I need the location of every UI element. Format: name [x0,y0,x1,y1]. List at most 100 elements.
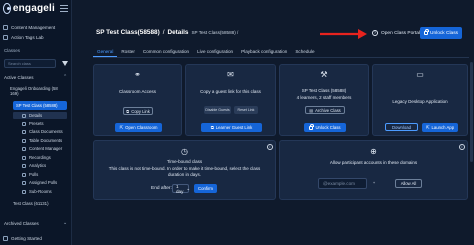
copy-icon: ⧉ [210,125,214,130]
breadcrumb-separator: / [162,29,165,36]
sub-rooms-icon [22,189,26,194]
guest-link-card: ✉ Copy a guest link for this class Disab… [185,64,276,136]
tab-general[interactable]: General [93,48,118,57]
breadcrumb-class[interactable]: SP Test Class(58588) [96,29,160,36]
sub-label: Sub-Rooms [29,189,52,194]
download-button[interactable]: Download [385,123,418,131]
time-bound-card: i ◷ Time-bound class This class is not t… [93,140,276,200]
open-classroom-button[interactable]: ⇱ Open Classroom [115,123,162,132]
open-classroom-label: Open Classroom [125,125,158,130]
reset-link-button[interactable]: Reset Link [234,106,258,114]
tab-playback-configuration[interactable]: Playback configuration [237,48,291,57]
class-row-onboarding-cont: 169) [10,91,19,96]
envelope-icon: ✉ [227,70,234,79]
unlock-class-card-button[interactable]: Unlock Class [304,123,346,132]
sub-label: Class Documents [29,129,63,134]
wrench-icon: ⚒ [320,70,328,79]
class-row-test-class[interactable]: Test Class (61131) [13,201,49,206]
globe-icon: ⊕ [370,147,377,156]
tab-schedule[interactable]: Schedule [291,48,318,57]
members-line: 4 learners, 2 staff members [296,95,352,100]
allowed-domains-card: i ⊕ Allow participant accounts in these … [279,140,468,200]
active-class-item[interactable]: SP Test Class (58588) [13,101,67,110]
launch-app-button[interactable]: ⇱ Launch App [422,123,458,132]
desktop-icon: ▭ [416,70,424,79]
sidebar-item-content-manager[interactable]: Content Manager [22,146,62,151]
scrollbar[interactable] [470,62,473,162]
folder-icon [3,25,8,30]
sidebar-item-class-documents[interactable]: Class Documents [22,129,63,134]
class-name-line: SP Test Class (58588) [301,88,347,93]
breadcrumb-page: Details [167,29,189,36]
sidebar-item-analytics[interactable]: Analytics [22,163,46,168]
nav-label: Getting Started [11,236,42,241]
recordings-icon [22,155,26,160]
time-bound-title: Time-bound class [166,159,203,164]
filter-icon[interactable] [60,59,69,68]
sub-label: Analytics [29,163,47,168]
sidebar-item-sub-rooms[interactable]: Sub-Rooms [22,189,52,194]
chevron-down-icon[interactable]: ⌄ [63,220,67,226]
assigned-polls-icon [22,180,26,185]
archived-classes-label[interactable]: Archived Classes [4,221,39,226]
sub-label: Content Manager [29,146,63,151]
menu-toggle-icon[interactable] [60,5,68,12]
sidebar-item-details[interactable]: Details [13,112,67,119]
nav-getting-started[interactable]: Getting Started [3,236,42,241]
copy-link-button[interactable]: ⧉ Copy Link [123,107,153,115]
tab-live-configuration[interactable]: Live configuration [193,48,237,57]
breadcrumb: SP Test Class(58588) / Details SP Test C… [96,29,238,36]
duration-select[interactable]: 1 day ⌄ [172,183,190,194]
duration-value: 1 day [176,183,184,194]
archive-label: Archive Class [315,107,341,113]
sidebar-item-assigned-polls[interactable]: Assigned Polls [22,180,57,185]
sub-label: Presets [29,121,44,126]
classroom-access-card: ⚭ Classroom Access ⧉ Copy Link ⇱ Open Clas… [93,64,182,136]
active-classes-label[interactable]: Active Classes [4,75,34,80]
nav-label: Action Tags Lab [11,35,44,40]
learner-guest-link-button[interactable]: ⧉ Learner Guest Link [201,123,262,132]
class-search-input[interactable]: Search class [4,59,56,68]
open-class-portal-link[interactable]: ? Open Class Portal [372,30,420,36]
guest-link-title: Copy a guest link for this class [200,89,261,94]
sub-label: Recordings [29,155,51,160]
nav-label: Content Management [11,25,56,30]
copy-link-label: Copy Link [131,108,150,114]
presets-icon [22,121,26,126]
launch-app-label: Launch App [431,125,455,130]
unlock-label: Unlock Class [430,30,458,36]
red-arrow-annotation [320,29,367,39]
sidebar-item-table-documents[interactable]: Table Documents [22,138,62,143]
sidebar-item-polls[interactable]: Polls [22,172,38,177]
unlock-class-button[interactable]: Unlock Class [420,27,462,39]
chevron-up-icon[interactable]: ⌃ [63,74,67,80]
content-icon [22,146,26,151]
analytics-icon [22,163,26,168]
nav-action-tags-lab[interactable]: Action Tags Lab [3,35,44,40]
add-icon[interactable]: + [371,181,377,187]
portal-link-label: Open Class Portal [381,30,420,36]
polls-icon [22,172,26,177]
sidebar-item-recordings[interactable]: Recordings [22,155,51,160]
disable-guests-button[interactable]: Disable Guests [204,106,231,114]
nav-content-management[interactable]: Content Management [3,25,55,30]
archive-icon: ▤ [309,107,314,113]
tab-roster[interactable]: Roster [117,48,139,57]
document-icon [22,129,26,134]
archive-class-button[interactable]: ▤ Archive Class [305,106,345,114]
domain-input[interactable]: @example.com [318,178,367,189]
allow-all-button[interactable]: Allow All [395,179,422,188]
class-lock-card: ⚒ SP Test Class (58588) 4 learners, 2 st… [279,64,369,136]
logo-text: engageli [12,3,55,14]
timer-icon: ◷ [181,147,188,156]
sidebar-item-presets[interactable]: Presets [22,121,44,126]
launch-icon: ⇱ [425,124,430,130]
engageli-logo[interactable]: engageli [3,3,55,14]
tab-common-configuration[interactable]: Common configuration [139,48,193,57]
help-icon: ? [372,30,378,36]
desktop-app-title: Legacy Desktop Application [392,99,448,104]
domains-title: Allow participant accounts in these doma… [329,160,418,165]
confirm-button[interactable]: Confirm [194,184,217,193]
sidebar: engageli Content Management Action Tags … [0,0,72,245]
external-icon: ⇱ [119,124,124,130]
